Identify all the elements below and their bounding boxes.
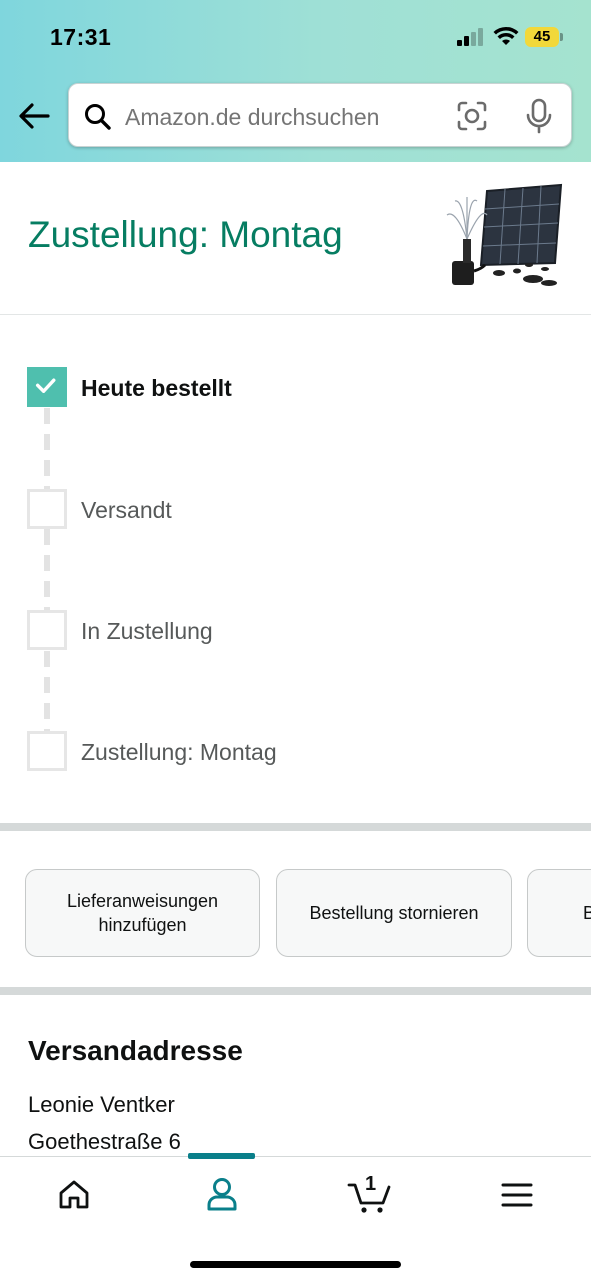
delivery-header: Zustellung: Montag (0, 162, 591, 315)
more-actions-label: B (583, 903, 591, 923)
tracker-step-label: Versandt (81, 497, 172, 523)
tracker-step-label: Heute bestellt (81, 375, 232, 401)
cancel-order-label: Bestellung stornieren (309, 903, 479, 923)
shipping-address-heading: Versandadresse (28, 1035, 243, 1066)
section-divider (0, 823, 591, 831)
street-address: Goethestraße 6 (28, 1129, 181, 1154)
wifi-icon (493, 26, 519, 45)
home-indicator (190, 1261, 401, 1268)
checkbox-empty-icon (27, 489, 67, 529)
cancel-order-button[interactable]: Bestellung stornieren (276, 869, 512, 957)
checkbox-empty-icon (27, 610, 67, 650)
camera-scan-icon[interactable] (456, 100, 488, 132)
search-input[interactable]: Amazon.de durchsuchen (125, 104, 379, 131)
status-bar: 17:31 45 (0, 0, 591, 78)
header: 17:31 45 Amazon.de durchsuchen (0, 0, 591, 162)
tracker-step-label: Zustellung: Montag (81, 739, 277, 765)
battery-icon: 45 (525, 27, 563, 47)
cellular-signal-icon (457, 28, 485, 46)
shipping-address-section: Versandadresse Leonie Ventker Goethestra… (0, 995, 591, 1155)
search-icon (85, 104, 111, 130)
microphone-icon[interactable] (523, 98, 555, 134)
order-actions-row[interactable]: Lieferanweisungen hinzufügen Bestellung … (0, 831, 591, 987)
checkbox-checked-icon (27, 367, 67, 407)
tracker-connector (44, 408, 50, 490)
active-tab-indicator (188, 1153, 255, 1159)
menu-icon[interactable] (495, 1175, 539, 1215)
account-icon[interactable] (200, 1175, 244, 1215)
delivery-title: Zustellung: Montag (28, 214, 343, 255)
cart-count-badge: 1 (365, 1173, 377, 1195)
home-icon[interactable] (52, 1175, 96, 1215)
add-delivery-instructions-label: Lieferanweisungen hinzufügen (66, 891, 219, 935)
recipient-name: Leonie Ventker (28, 1092, 175, 1117)
search-bar[interactable]: Amazon.de durchsuchen (68, 83, 572, 147)
battery-level: 45 (533, 28, 551, 45)
more-actions-button[interactable]: B (527, 869, 591, 957)
back-arrow-icon[interactable] (14, 98, 54, 134)
product-image[interactable] (441, 179, 563, 297)
bottom-nav: 1 (0, 1153, 591, 1280)
tracker-step-label: In Zustellung (81, 618, 213, 644)
cart-button[interactable]: 1 (347, 1173, 395, 1215)
section-divider (0, 987, 591, 995)
add-delivery-instructions-button[interactable]: Lieferanweisungen hinzufügen (25, 869, 260, 957)
shipment-tracker: Heute bestellt Versandt In Zustellung Zu… (0, 315, 591, 823)
checkbox-empty-icon (27, 731, 67, 771)
tracker-connector (44, 529, 50, 611)
tracker-connector (44, 651, 50, 733)
status-time: 17:31 (50, 24, 112, 50)
